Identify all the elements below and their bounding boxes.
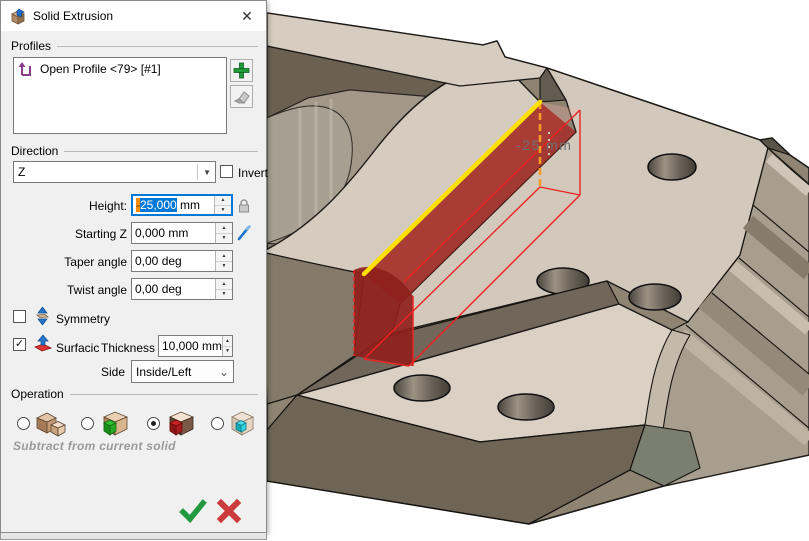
- app-window: -25 mm Solid Extrusion ✕ Profiles: [0, 0, 809, 541]
- direction-combobox[interactable]: Z ▼: [13, 161, 216, 183]
- add-profile-button[interactable]: [230, 59, 253, 82]
- starting-z-input[interactable]: 0,000 mm ▲ ▼: [131, 222, 233, 244]
- surfacic-label: Surfacic: [56, 341, 99, 355]
- spin-down-icon: ▼: [216, 234, 232, 244]
- side-combobox[interactable]: Inside/Left ⌄: [131, 360, 234, 383]
- bore-hole: [498, 394, 554, 420]
- side-label: Side: [101, 365, 127, 379]
- height-spinner[interactable]: ▲ ▼: [214, 196, 231, 214]
- invert-label: Invert: [238, 166, 268, 180]
- twist-spinner[interactable]: ▲ ▼: [215, 279, 232, 299]
- side-value: Inside/Left: [136, 365, 191, 379]
- spin-down-icon: ▼: [216, 290, 232, 300]
- model: [262, 13, 809, 524]
- invert-checkbox[interactable]: [220, 165, 233, 178]
- lock-icon[interactable]: [237, 198, 251, 214]
- open-profile-icon: [18, 61, 34, 77]
- operation-caption: Subtract from current solid: [13, 439, 176, 453]
- symmetry-label: Symmetry: [56, 312, 110, 326]
- thickness-label: Thickness: [101, 341, 154, 355]
- operation-group-label: Operation: [11, 387, 258, 401]
- profiles-listbox[interactable]: Open Profile <79> [#1]: [13, 57, 227, 134]
- remove-profile-button[interactable]: [230, 85, 253, 108]
- taper-angle-label: Taper angle: [9, 255, 127, 269]
- spin-down-icon: ▼: [223, 347, 232, 357]
- solid-extrusion-dialog: Solid Extrusion ✕ Profiles Open Profile …: [0, 0, 267, 533]
- direction-value: Z: [18, 165, 25, 179]
- bore-hole: [648, 154, 696, 180]
- taper-spinner[interactable]: ▲ ▼: [215, 251, 232, 271]
- spin-up-icon: ▲: [216, 279, 232, 290]
- pick-height-icon[interactable]: [237, 225, 251, 241]
- symmetry-icon: [34, 307, 51, 325]
- spin-up-icon: ▲: [216, 223, 232, 234]
- bore-hole: [394, 375, 450, 401]
- spin-up-icon: ▲: [216, 251, 232, 262]
- symmetry-checkbox[interactable]: [13, 310, 26, 323]
- operation-radio-intersect[interactable]: [211, 417, 224, 430]
- operation-intersect-icon[interactable]: [228, 409, 258, 437]
- direction-group-label: Direction: [11, 144, 258, 158]
- dialog-titlebar[interactable]: Solid Extrusion ✕: [1, 1, 266, 31]
- dimension-label: -25 mm: [516, 137, 572, 153]
- spin-up-icon: ▲: [223, 336, 232, 347]
- profile-item-label: Open Profile <79> [#1]: [40, 62, 161, 76]
- operation-radio-subtract[interactable]: [147, 417, 160, 430]
- thickness-input[interactable]: 10,000 mm ▲ ▼: [158, 335, 233, 357]
- profiles-group-label: Profiles: [11, 39, 258, 53]
- ok-button[interactable]: [179, 497, 207, 525]
- close-icon[interactable]: ✕: [236, 5, 258, 27]
- height-label: Height:: [9, 199, 127, 213]
- eraser-icon: [234, 90, 250, 104]
- operation-radio-union[interactable]: [81, 417, 94, 430]
- operation-radio-new-solid[interactable]: [17, 417, 30, 430]
- combo-arrow-icon: ▼: [197, 164, 211, 180]
- starting-z-spinner[interactable]: ▲ ▼: [215, 223, 232, 243]
- height-input[interactable]: -25,000 mm ▲ ▼: [131, 194, 233, 216]
- operation-union-icon[interactable]: [98, 409, 132, 437]
- spin-down-icon: ▼: [216, 262, 232, 272]
- solid-extrusion-icon: [9, 8, 26, 25]
- dialog-title: Solid Extrusion: [33, 9, 113, 23]
- taper-angle-input[interactable]: 0,00 deg ▲ ▼: [131, 250, 233, 272]
- spin-up-icon: ▲: [215, 196, 231, 206]
- twist-angle-label: Twist angle: [9, 283, 127, 297]
- plus-icon: [233, 62, 250, 79]
- chevron-down-icon: ⌄: [214, 364, 229, 380]
- twist-angle-input[interactable]: 0,00 deg ▲ ▼: [131, 278, 233, 300]
- profile-list-item[interactable]: Open Profile <79> [#1]: [14, 58, 226, 80]
- operation-subtract-icon[interactable]: [164, 409, 198, 437]
- thickness-spinner[interactable]: ▲ ▼: [222, 336, 232, 356]
- starting-z-label: Starting Z: [9, 227, 127, 241]
- cancel-button[interactable]: [215, 497, 243, 525]
- spin-down-icon: ▼: [215, 206, 231, 215]
- surfacic-checkbox[interactable]: [13, 338, 26, 351]
- operation-new-solid-icon[interactable]: [34, 409, 68, 437]
- surfacic-icon: [34, 334, 52, 352]
- dialog-resize-border[interactable]: [0, 533, 267, 540]
- bore-hole: [629, 284, 681, 310]
